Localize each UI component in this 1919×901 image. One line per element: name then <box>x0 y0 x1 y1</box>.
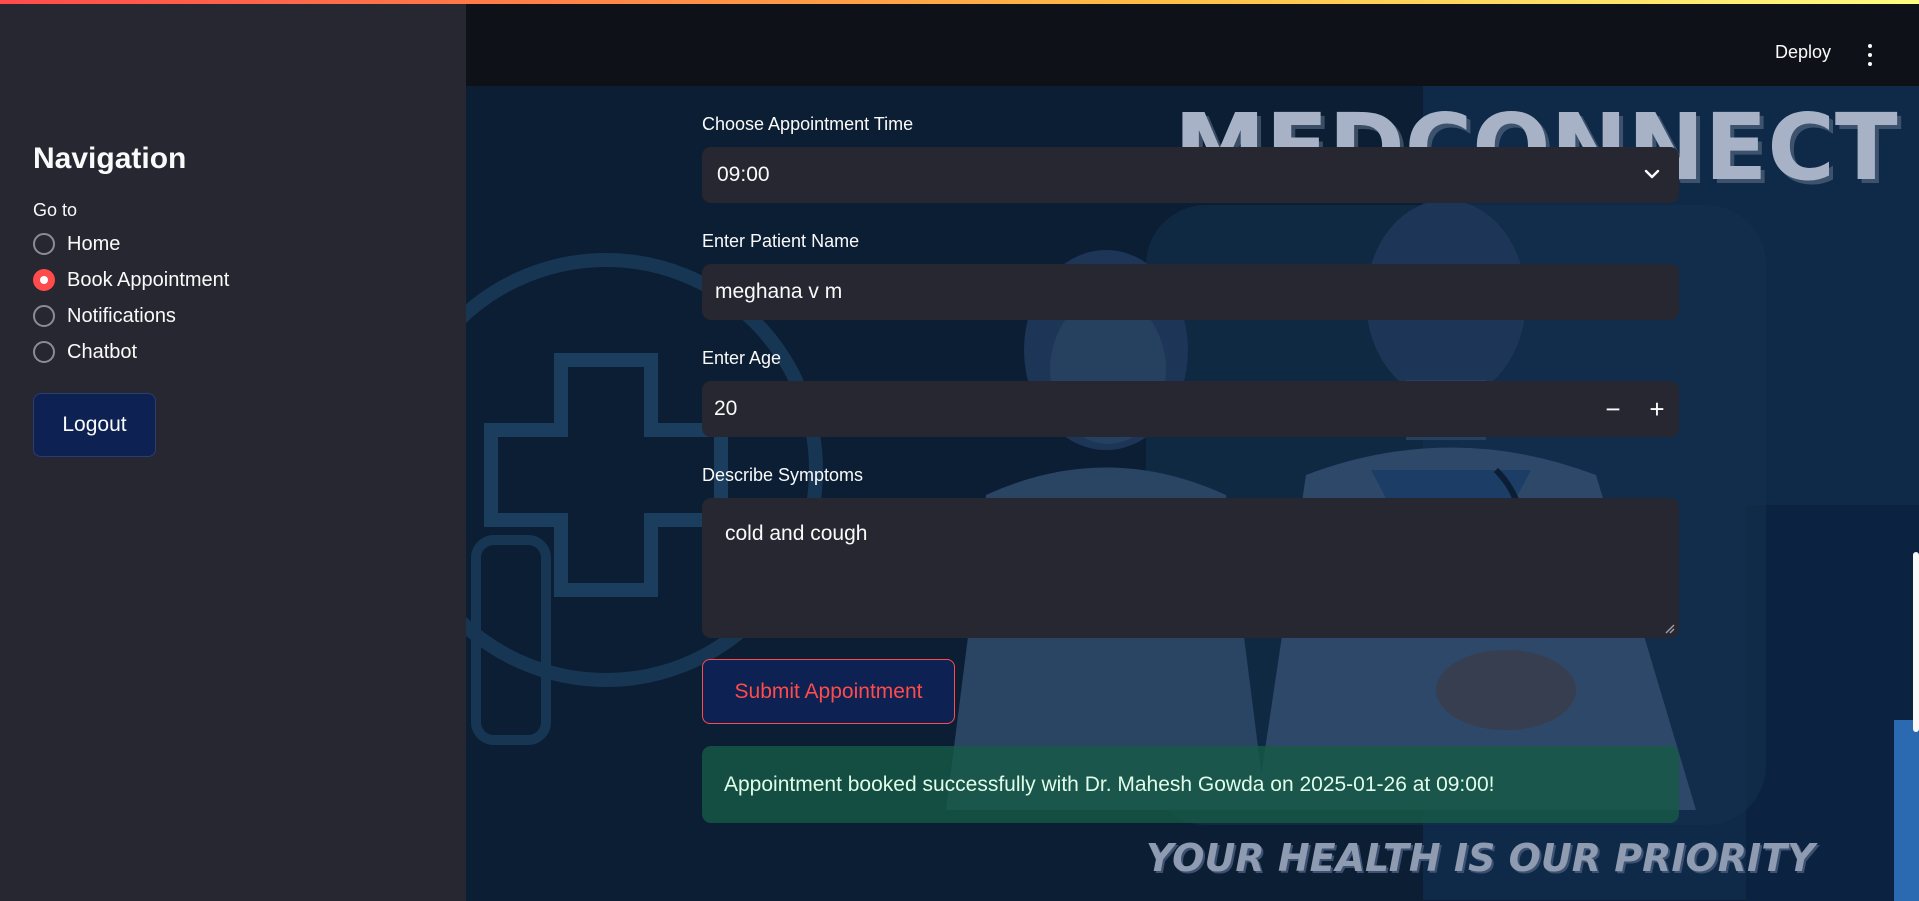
top-decoration-bar <box>0 0 1919 4</box>
success-alert: Appointment booked successfully with Dr.… <box>702 746 1679 823</box>
bg-accent-stripe <box>1894 720 1919 901</box>
name-label: Enter Patient Name <box>702 231 860 251</box>
radio-option-label: Book Appointment <box>67 268 230 291</box>
resize-grip-icon[interactable] <box>1663 622 1675 634</box>
radio-option-label: Chatbot <box>67 340 138 363</box>
tagline-text: YOUR HEALTH IS OUR PRIORITY <box>1146 836 1818 880</box>
radio-option-home[interactable]: Home <box>33 231 466 257</box>
symptoms-label: Describe Symptoms <box>702 465 864 485</box>
scrollbar[interactable] <box>1913 552 1919 732</box>
age-value: 20 <box>714 397 738 420</box>
radio-button[interactable] <box>33 341 55 363</box>
kebab-menu-icon[interactable] <box>1863 44 1877 66</box>
radio-button[interactable] <box>33 305 55 327</box>
chevron-down-icon <box>1644 169 1660 179</box>
increment-button[interactable]: + <box>1639 391 1675 427</box>
success-message: Appointment booked successfully with Dr.… <box>724 772 1495 796</box>
radio-option-label: Notifications <box>67 304 176 327</box>
time-label: Choose Appointment Time <box>702 114 914 134</box>
radio-option-label: Home <box>67 232 121 255</box>
main-content: MEDCONNECT MEDCONNECT YOUR HEALTH IS OUR… <box>466 0 1919 901</box>
sidebar-title: Navigation <box>33 142 187 175</box>
medical-cross-icon <box>484 353 728 597</box>
radio-group-label: Go to <box>33 200 78 220</box>
symptoms-textarea[interactable]: cold and cough <box>702 498 1679 638</box>
patient-name-value: meghana v m <box>715 280 843 303</box>
submit-appointment-button[interactable]: Submit Appointment <box>702 659 955 724</box>
radio-button[interactable] <box>33 233 55 255</box>
sidebar: Navigation Go to Home Book Appointment N… <box>0 0 466 901</box>
radio-option-book-appointment[interactable]: Book Appointment <box>33 267 466 293</box>
radio-option-notifications[interactable]: Notifications <box>33 303 466 329</box>
decrement-button[interactable]: − <box>1595 391 1631 427</box>
logout-button[interactable]: Logout <box>33 393 156 457</box>
age-label: Enter Age <box>702 348 782 368</box>
age-number-input[interactable]: 20 − + <box>702 381 1679 437</box>
navigation-radio-group: Home Book Appointment Notifications Chat… <box>33 231 466 365</box>
app-header: Deploy <box>466 4 1919 86</box>
radio-option-chatbot[interactable]: Chatbot <box>33 339 466 365</box>
symptoms-value: cold and cough <box>725 522 868 545</box>
time-select[interactable]: 09:00 <box>702 147 1679 203</box>
radio-button-selected[interactable] <box>33 269 55 291</box>
deploy-button[interactable]: Deploy <box>1775 42 1831 63</box>
time-selected-value: 09:00 <box>717 163 770 186</box>
patient-name-input[interactable]: meghana v m <box>702 264 1679 320</box>
